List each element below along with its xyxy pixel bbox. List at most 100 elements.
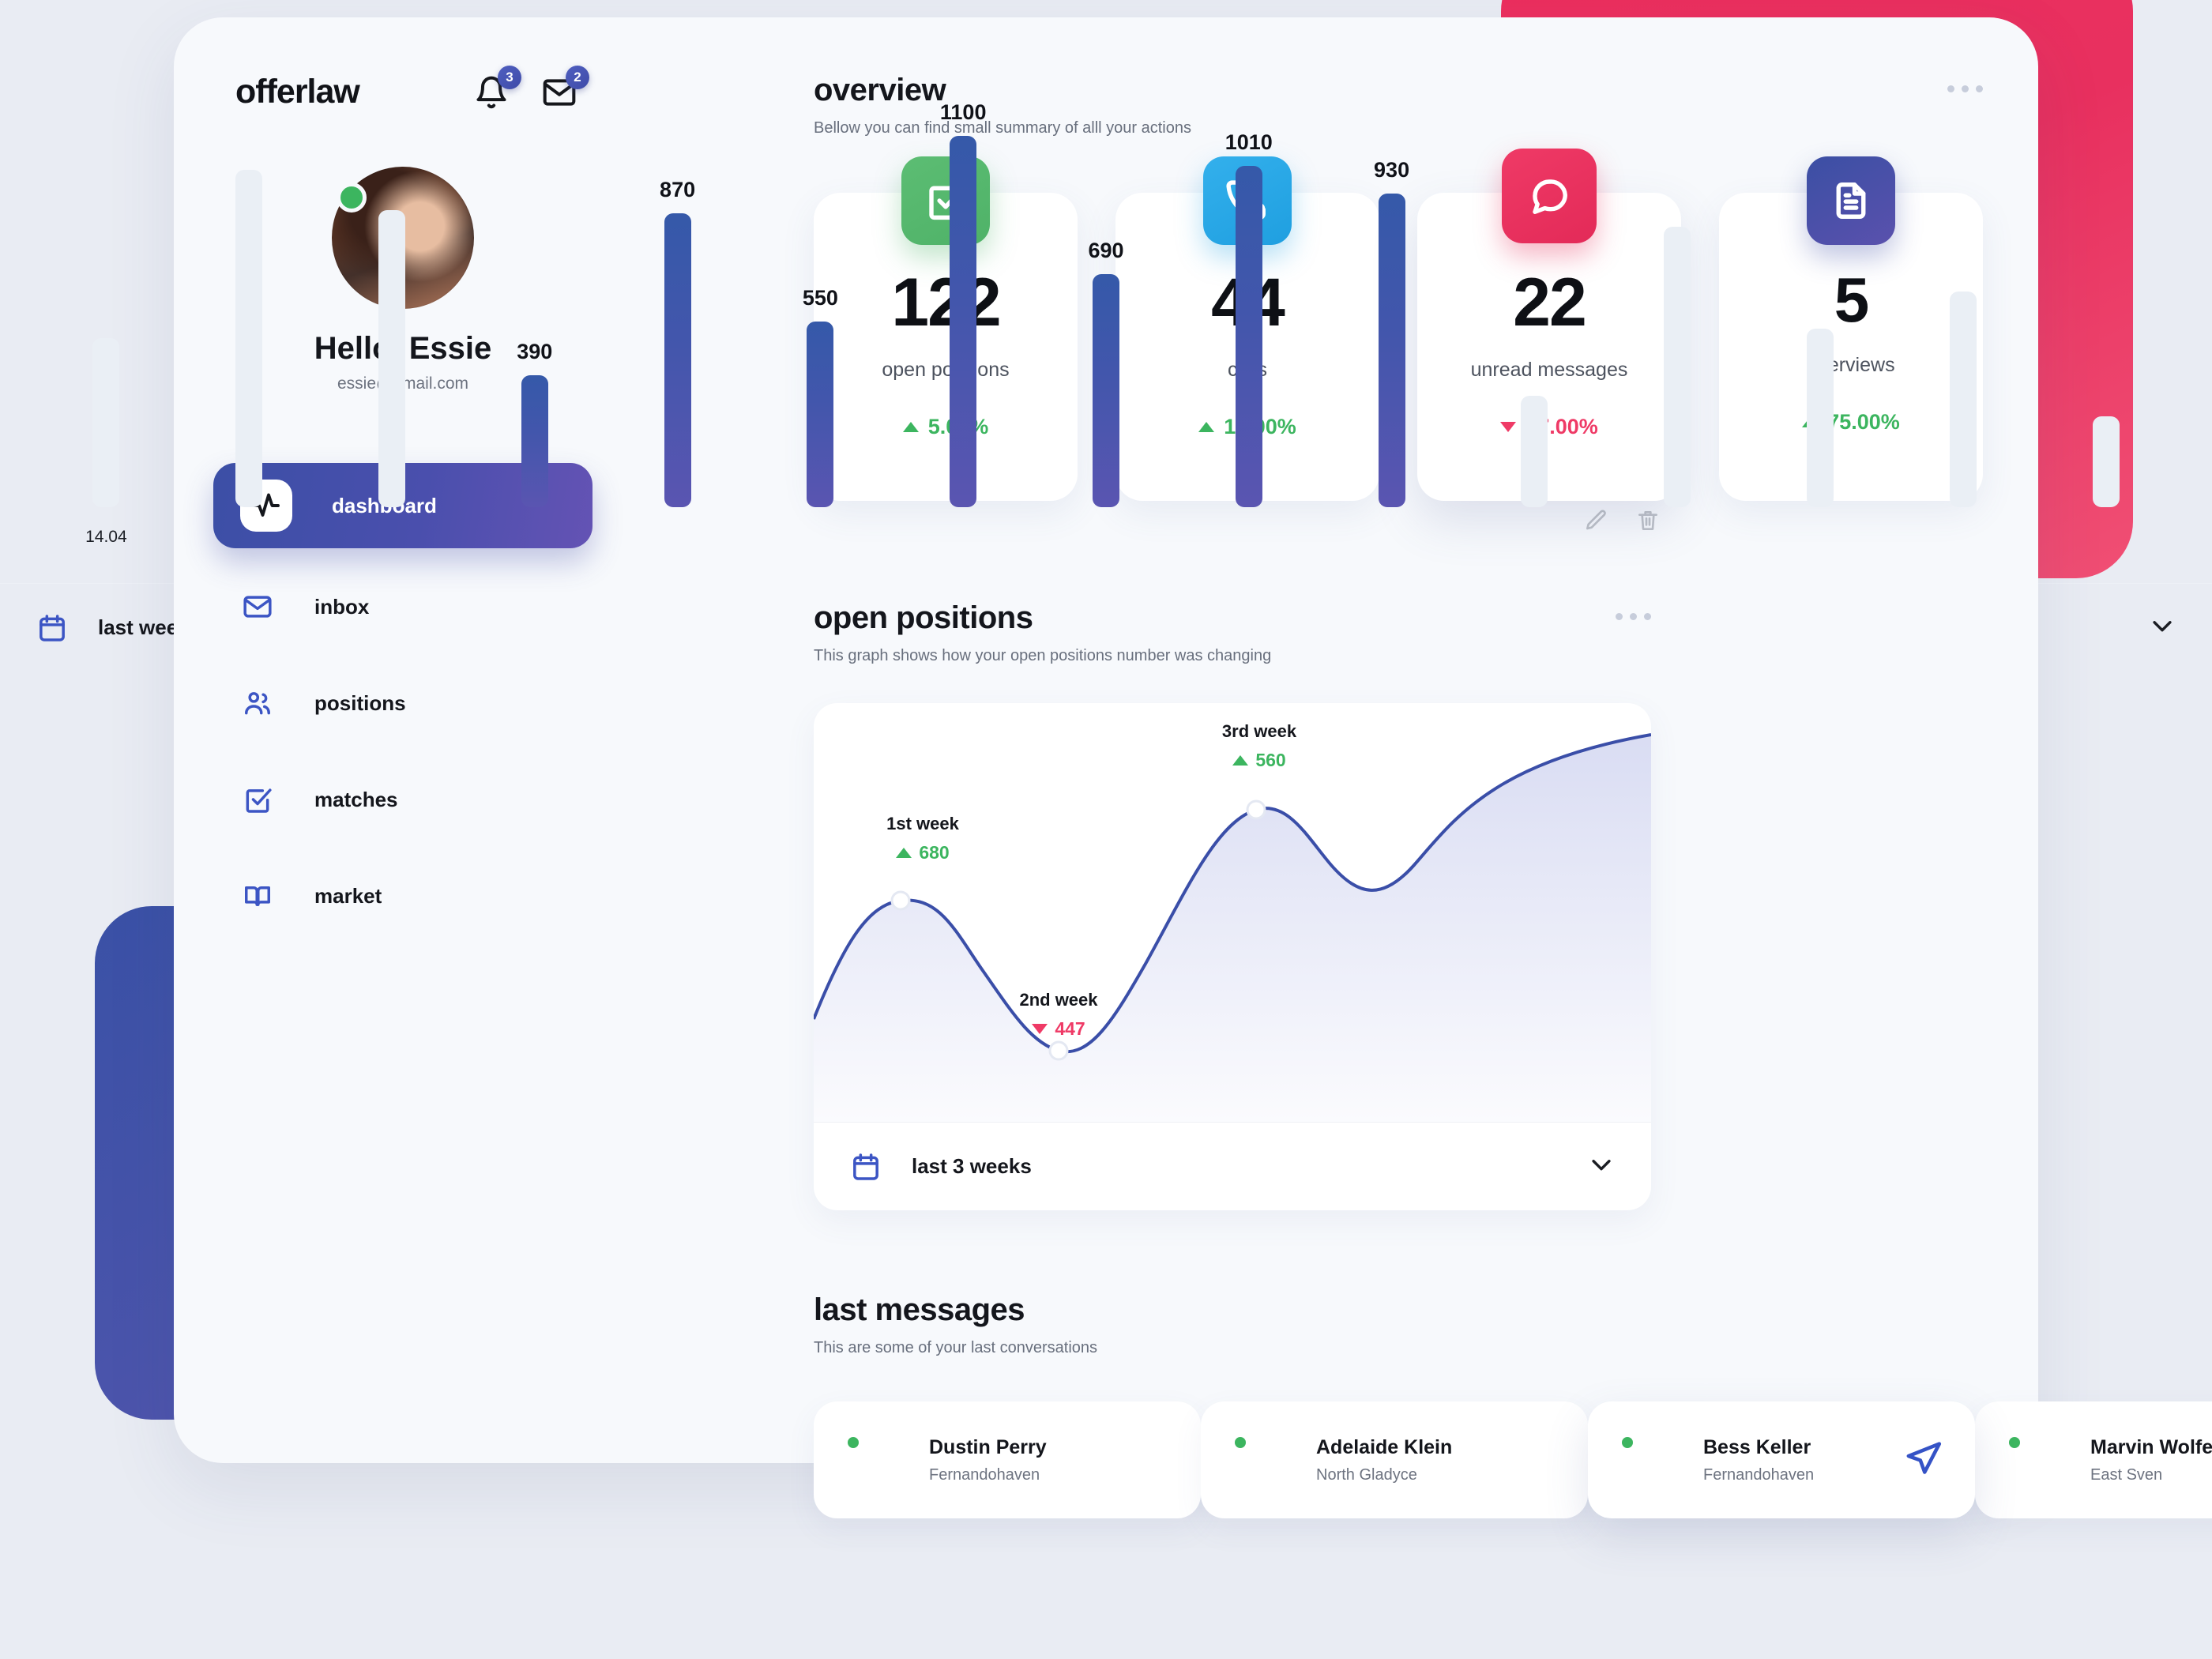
bar[interactable] [2092,416,2120,507]
screenshot-root: offerlaw 3 2 Hello, Essie inbox position… [0,0,2212,1574]
sidebar-item-label: positions [314,690,406,715]
views-bar-chart: 39087055011006901010930 14.0415.0416.041… [0,17,2212,547]
contact-city: Fernandohaven [1703,1465,1815,1484]
sidebar-nav: dashboard inbox [213,463,592,934]
chevron-down-icon[interactable] [1588,1151,1615,1182]
contact-city: East Sven [2090,1465,2163,1484]
bar-column[interactable] [178,65,321,507]
line-chart-point[interactable] [1246,799,1266,820]
book-icon [240,878,275,913]
sidebar-item-market[interactable]: market [213,858,592,934]
bar-column[interactable]: 930 [1320,65,1463,507]
stat-card-tools [1583,508,1661,537]
bar-column[interactable] [35,65,178,507]
bar-column[interactable] [2034,65,2177,507]
envelope-icon [240,589,275,624]
status-dot-online [1232,1435,1248,1450]
bar-value-label: 870 [660,178,696,201]
annotation-value-row: 447 [988,1018,1130,1040]
line-annotation-week2: 2nd week 447 [988,990,1130,1040]
bar-column[interactable] [1463,65,1606,507]
edit-icon[interactable] [1583,508,1608,537]
list-item[interactable]: Dustin Perry Fernandohaven [814,1401,1201,1518]
open-positions-chart-card: 1st week 680 2nd week 447 3rd week 560 l… [814,703,1651,1210]
contact-name: Bess Keller [1703,1435,1811,1458]
send-icon[interactable] [1904,1439,1943,1482]
bar[interactable] [807,322,834,507]
open-positions-range-select[interactable]: last 3 weeks [814,1122,1651,1210]
last-messages-header: last messages This are some of your last… [814,1292,1651,1357]
bar-column[interactable] [1891,65,2034,507]
bar-column[interactable]: 870 [606,65,749,507]
bar-column[interactable]: 390 [463,65,606,507]
list-item[interactable]: Marvin Wolfe East Sven [1975,1401,2212,1518]
bar-column[interactable]: 1100 [892,65,1035,507]
bar[interactable] [92,338,120,507]
avatar [1620,1431,1676,1488]
avatar [2007,1431,2063,1488]
line-annotation-week3: 3rd week 560 [1188,721,1330,771]
users-icon [240,686,275,720]
open-positions-header: open positions This graph shows how your… [814,600,1651,665]
bar-column[interactable]: 1010 [1177,65,1320,507]
open-positions-subtitle: This graph shows how your open positions… [814,647,1272,664]
bar[interactable] [950,136,977,507]
bar[interactable] [1521,396,1548,507]
sidebar-item-label: matches [314,787,398,811]
contact-city: Fernandohaven [929,1465,1040,1484]
trash-icon[interactable] [1635,508,1661,537]
bar[interactable] [1235,166,1262,507]
status-dot-online [845,1435,861,1450]
open-positions-section: open positions This graph shows how your… [814,600,1651,1210]
open-positions-title: open positions [814,600,1033,635]
bar[interactable] [1092,274,1119,507]
annotation-label: 2nd week [1019,990,1098,1010]
bar[interactable] [235,170,263,507]
bar-value-label: 930 [1374,158,1410,182]
sidebar-item-label: market [314,883,382,908]
annotation-value-row: 560 [1188,750,1330,771]
bar-date-label: 14.04 [85,528,127,546]
line-chart-point[interactable] [890,890,911,911]
bar-column[interactable]: 550 [749,65,892,507]
contact-city: North Gladyce [1316,1465,1417,1484]
sidebar-item-matches[interactable]: matches [213,762,592,837]
bar[interactable] [378,210,405,507]
line-annotation-week1: 1st week 680 [852,814,994,863]
bar[interactable] [1949,292,1977,507]
message-meta: Dustin Perry Fernandohaven [929,1436,1047,1484]
bar[interactable] [1664,227,1691,507]
check-square-icon [240,782,275,817]
list-item[interactable]: Bess Keller Fernandohaven [1588,1401,1975,1518]
bar[interactable] [664,213,691,507]
bar[interactable] [1806,329,1834,507]
last-messages-subtitle: This are some of your last conversations [814,1339,1098,1356]
bar-value-label: 1100 [939,100,987,124]
sidebar-item-label: inbox [314,594,370,619]
bar[interactable] [1378,194,1405,507]
line-chart-point[interactable] [1048,1040,1069,1061]
annotation-value-row: 680 [852,842,994,863]
bar[interactable] [521,375,548,507]
annotation-value: 447 [1055,1018,1085,1039]
contact-name: Adelaide Klein [1316,1435,1453,1458]
last-messages-title: last messages [814,1292,1025,1327]
annotation-label: 3rd week [1221,721,1297,741]
bar-value-label: 1010 [1224,130,1273,154]
bar-column[interactable] [1749,65,1892,507]
bar-column[interactable]: 690 [1035,65,1178,507]
chevron-down-icon[interactable] [2149,612,2176,643]
sidebar-item-inbox[interactable]: inbox [213,569,592,645]
arrow-down-icon [1032,1024,1048,1034]
bar-column[interactable] [1606,65,1749,507]
bar-value-label: 550 [802,286,838,310]
annotation-value: 560 [1255,750,1286,770]
arrow-up-icon [896,848,912,858]
list-item[interactable]: Adelaide Klein North Gladyce [1201,1401,1588,1518]
line-chart: 1st week 680 2nd week 447 3rd week 560 [814,703,1651,1122]
sidebar-item-positions[interactable]: positions [213,665,592,741]
annotation-label: 1st week [886,814,959,833]
open-positions-more-menu-icon[interactable] [1616,613,1651,620]
bar-column[interactable] [321,65,464,507]
status-dot-online [1620,1435,1635,1450]
